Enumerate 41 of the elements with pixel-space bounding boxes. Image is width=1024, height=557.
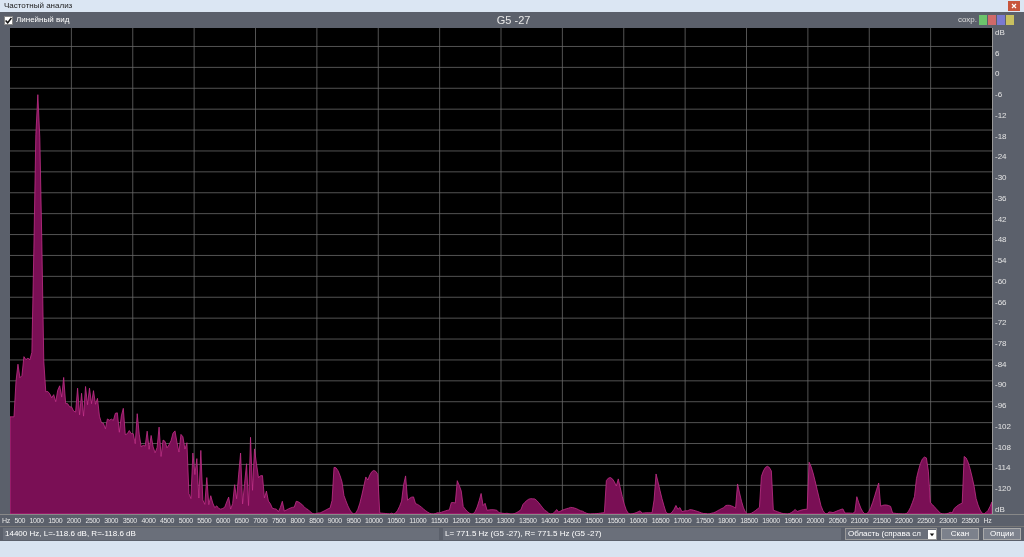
action-button[interactable]: Опции — [983, 528, 1021, 540]
dropdown-arrow-icon — [928, 529, 936, 539]
axis-label: dB — [994, 28, 1006, 37]
axis-label: -66 — [994, 297, 1008, 307]
axis-label: -24 — [994, 152, 1008, 162]
axis-label: -108 — [994, 442, 1012, 452]
color-swatch[interactable] — [997, 15, 1005, 25]
axis-label: -60 — [994, 276, 1008, 286]
axis-label: -30 — [994, 173, 1008, 183]
axis-label: -90 — [994, 380, 1008, 390]
checkbox-label: Линейный вид — [16, 14, 70, 26]
close-button[interactable] — [1008, 1, 1020, 11]
axis-label: -12 — [994, 110, 1008, 120]
axis-label: -42 — [994, 214, 1008, 224]
close-icon — [1011, 3, 1017, 9]
axis-label: -96 — [994, 401, 1008, 411]
action-button[interactable]: Скан — [941, 528, 979, 540]
axis-label: -114 — [994, 463, 1012, 473]
peak-readout: L= 771.5 Hz (G5 -27), R= 771.5 Hz (G5 -27) — [443, 528, 841, 540]
axis-label: 6 — [994, 48, 1001, 58]
axis-label: -120 — [994, 484, 1012, 494]
color-swatch[interactable] — [1006, 15, 1014, 25]
axis-label: -36 — [994, 193, 1008, 203]
axis-label: -72 — [994, 318, 1008, 328]
save-label: сохр. — [957, 14, 977, 26]
axis-label: -102 — [994, 421, 1012, 431]
axis-label: -84 — [994, 359, 1008, 369]
axis-label: dB — [994, 504, 1006, 514]
axis-label: -6 — [994, 90, 1004, 100]
mode-dropdown[interactable]: Область (справа сл — [845, 528, 937, 540]
axis-label: -18 — [994, 131, 1008, 141]
color-swatch[interactable] — [988, 15, 996, 25]
cursor-readout: 14400 Hz, L=-118.6 dB, R=-118.6 dB — [3, 528, 439, 540]
axis-label: 0 — [994, 69, 1001, 79]
note-label: G5 -27 — [496, 12, 531, 28]
axis-label: -48 — [994, 235, 1008, 245]
checkbox[interactable] — [4, 15, 13, 25]
color-swatch[interactable] — [979, 15, 987, 25]
axis-label: -54 — [994, 256, 1008, 266]
window-title: Частотный анализ — [4, 2, 73, 10]
axis-label: -78 — [994, 339, 1008, 348]
